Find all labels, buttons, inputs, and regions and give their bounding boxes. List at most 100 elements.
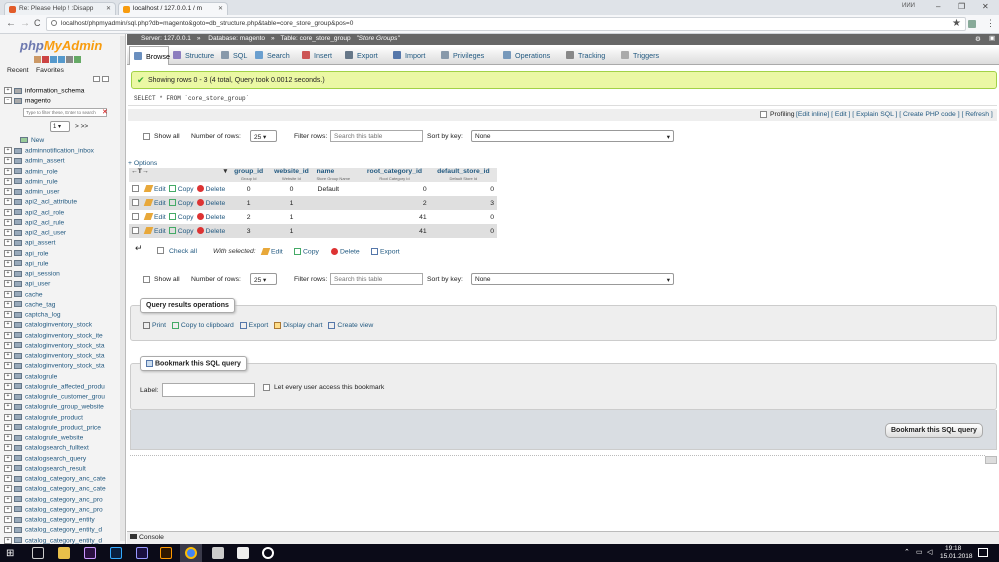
volume-icon[interactable]: ◁ xyxy=(927,548,932,556)
sidebar-table-item[interactable]: + catalogrule_website xyxy=(4,434,83,441)
tab-import[interactable]: Import xyxy=(389,46,437,65)
sidebar-table-item[interactable]: + api_session xyxy=(4,270,60,277)
table-cell[interactable]: 2 xyxy=(229,210,269,224)
table-cell[interactable]: 41 xyxy=(359,224,430,238)
monitor-icon[interactable] xyxy=(212,547,224,559)
table-cell[interactable]: 0 xyxy=(268,182,315,196)
expand-icon[interactable]: + xyxy=(4,198,12,206)
query-links[interactable]: [Edit inline] [ Edit ] [ Explain SQL ] [… xyxy=(796,111,993,118)
row-checkbox[interactable] xyxy=(132,213,139,221)
chrome-icon[interactable] xyxy=(185,547,197,559)
expand-icon[interactable]: + xyxy=(4,259,12,267)
sidebar-table-item[interactable]: + catalogrule xyxy=(4,372,57,380)
breadcrumb-server[interactable]: Server: 127.0.0.1 xyxy=(141,35,191,42)
row-copy-button[interactable]: Copy xyxy=(168,199,194,207)
sidebar-table-item[interactable]: + catalogsearch_result xyxy=(4,464,86,472)
expand-icon[interactable]: + xyxy=(4,352,12,359)
maximize-icon[interactable]: ❐ xyxy=(958,2,965,11)
breadcrumb-table[interactable]: Table: core_store_group xyxy=(280,35,350,42)
table-cell[interactable]: 0 xyxy=(429,224,497,238)
start-icon[interactable]: ⊞ xyxy=(6,548,14,559)
sidebar-table-item[interactable]: + catalog_category_anc_cate xyxy=(4,485,106,493)
sidebar-table-item[interactable]: + api_role xyxy=(4,249,48,257)
expand-icon[interactable]: + xyxy=(4,403,12,411)
print-link[interactable]: Print xyxy=(143,322,166,329)
tab-structure[interactable]: Structure xyxy=(169,46,217,65)
table-row[interactable]: Edit Copy Delete 0 0 Default 0 0 xyxy=(129,182,497,196)
column-header[interactable]: default_store_id Default Store Id xyxy=(429,168,497,182)
check-all-checkbox[interactable] xyxy=(157,247,164,254)
close-window-icon[interactable]: ✕ xyxy=(982,2,989,11)
info-icon[interactable] xyxy=(51,20,57,26)
expand-icon[interactable]: + xyxy=(4,290,12,298)
sort-dropdown-icon[interactable]: ▾ xyxy=(224,168,227,175)
table-row[interactable]: Edit Copy Delete 2 1 41 0 xyxy=(129,210,497,224)
expand-icon[interactable]: + xyxy=(4,495,12,503)
tab-export[interactable]: Export xyxy=(341,46,389,65)
photoshop-icon[interactable] xyxy=(110,547,122,559)
clear-filter-icon[interactable]: ✕ xyxy=(102,108,108,116)
sidebar-table-item[interactable]: + catalog_category_entity_d xyxy=(4,536,102,544)
expand-icon[interactable]: + xyxy=(4,393,12,400)
table-cell[interactable]: 41 xyxy=(359,210,430,224)
sidebar-table-item[interactable]: + cataloginventory_stock_sta xyxy=(4,362,105,370)
sidebar-table-item[interactable]: + captcha_log xyxy=(4,311,61,318)
sidebar-table-item[interactable]: + cataloginventory_stock_sta xyxy=(4,341,105,349)
clock-date[interactable]: 15.01.2018 xyxy=(940,553,973,560)
table-cell[interactable]: 1 xyxy=(229,196,269,210)
expand-icon[interactable]: + xyxy=(4,516,12,523)
bulk-copy-button[interactable]: Copy xyxy=(294,248,319,255)
sidebar-table-item[interactable]: + catalog_category_entity_d xyxy=(4,526,102,534)
tab-insert[interactable]: Insert xyxy=(298,46,341,65)
browser-tab-active[interactable]: localhost / 127.0.0.1 / m ✕ xyxy=(118,2,228,15)
sidebar-table-item[interactable]: + catalog_category_anc_pro xyxy=(4,495,103,503)
collapse-icon[interactable]: − xyxy=(4,97,12,104)
expand-icon[interactable]: + xyxy=(4,177,12,185)
row-edit-button[interactable]: Edit xyxy=(143,227,166,235)
table-cell[interactable]: 0 xyxy=(429,182,497,196)
sidebar-table-item[interactable]: + cataloginventory_stock_sta xyxy=(4,352,105,359)
forward-icon[interactable]: → xyxy=(20,18,30,29)
network-icon[interactable]: ▭ xyxy=(916,548,923,556)
table-cell[interactable]: 2 xyxy=(359,196,430,210)
row-copy-button[interactable]: Copy xyxy=(168,213,194,221)
address-bar[interactable]: localhost/phpmyadmin/sql.php?db=magento&… xyxy=(46,17,966,31)
tab-sql[interactable]: SQL xyxy=(217,46,251,65)
expand-icon[interactable]: + xyxy=(4,444,12,452)
breadcrumb-database[interactable]: Database: magento xyxy=(208,35,265,42)
recent-tab[interactable]: Recent xyxy=(7,67,29,74)
expand-icon[interactable]: + xyxy=(4,311,12,318)
sql-query[interactable]: SELECT * FROM `core_store_group` xyxy=(134,95,249,102)
tab-privileges[interactable]: Privileges xyxy=(437,46,499,65)
expand-icon[interactable]: + xyxy=(4,300,12,308)
expand-icon[interactable]: + xyxy=(4,157,12,165)
expand-icon[interactable]: + xyxy=(4,270,12,277)
premiere-icon[interactable] xyxy=(84,547,96,559)
expand-icon[interactable]: + xyxy=(4,341,12,349)
after-effects-icon[interactable] xyxy=(136,547,148,559)
clock-time[interactable]: 19:18 xyxy=(945,545,961,552)
sidebar-table-item[interactable]: + admin_rule xyxy=(4,177,58,185)
sidebar-scrollbar[interactable] xyxy=(120,36,125,541)
table-cell[interactable]: 0 xyxy=(229,182,269,196)
sidebar-table-item[interactable]: + api2_acl_role xyxy=(4,208,64,216)
collapse-icon[interactable]: ▣ xyxy=(989,34,995,42)
expand-icon[interactable]: + xyxy=(4,321,12,329)
table-cell[interactable]: 3 xyxy=(229,224,269,238)
row-delete-button[interactable]: Delete xyxy=(196,227,225,235)
tab-triggers[interactable]: Triggers xyxy=(617,46,667,65)
profile-name[interactable]: ИИИ xyxy=(902,3,915,9)
expand-icon[interactable]: + xyxy=(4,382,12,390)
browser-tab[interactable]: Re: Please Help ! :Disapp ✕ xyxy=(4,2,116,15)
favorites-tab[interactable]: Favorites xyxy=(36,67,64,74)
db-item[interactable]: + information_schema xyxy=(4,87,84,94)
notifications-icon[interactable] xyxy=(978,548,988,557)
sql-docs-icon[interactable] xyxy=(58,56,65,63)
show-all-checkbox[interactable] xyxy=(143,276,150,283)
sidebar-table-item[interactable]: + api_user xyxy=(4,280,50,288)
tab-operations[interactable]: Operations xyxy=(499,46,562,65)
filter-rows-input[interactable] xyxy=(330,130,423,142)
row-checkbox[interactable] xyxy=(132,185,139,193)
sort-select[interactable]: None ▾ xyxy=(471,273,674,285)
logout-icon[interactable] xyxy=(42,56,49,63)
